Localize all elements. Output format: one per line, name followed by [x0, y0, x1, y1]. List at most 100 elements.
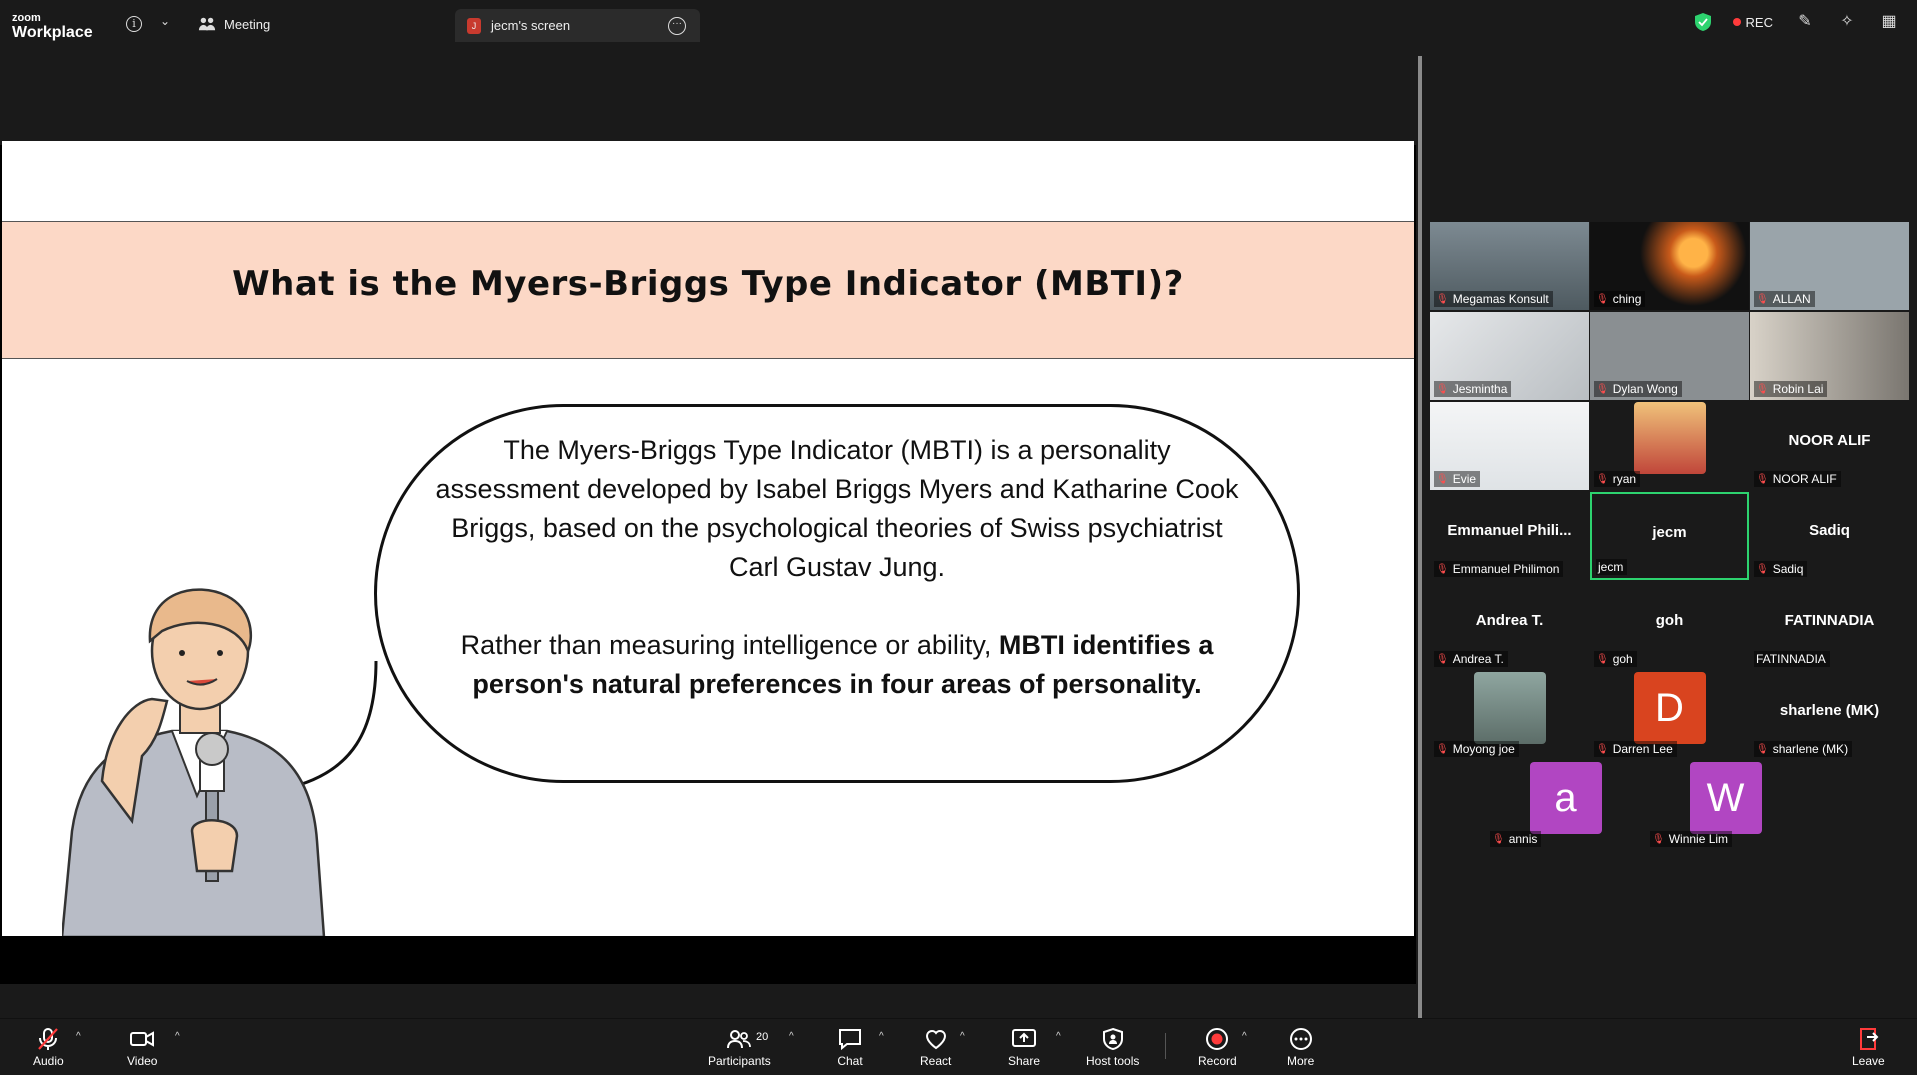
presenter-illustration [62, 588, 326, 936]
leave-button[interactable]: Leave [1852, 1027, 1885, 1068]
muted-mic-icon: 🎙 [1436, 293, 1449, 305]
participant-avatar [1633, 402, 1706, 474]
participant-tile[interactable]: Sadiq 🎙 Sadiq [1750, 492, 1909, 580]
muted-mic-icon: 🎙 [1756, 743, 1769, 755]
participants-options-caret-icon[interactable]: ^ [789, 1031, 794, 1042]
participant-tile[interactable]: 🎙 Moyong joe [1430, 672, 1589, 760]
participant-tile[interactable]: NOOR ALIF 🎙 NOOR ALIF [1750, 402, 1909, 490]
participant-tile[interactable]: 🎙 Megamas Konsult [1430, 222, 1589, 310]
participant-tile[interactable]: 🎙 ryan [1590, 402, 1749, 490]
participant-tile[interactable]: 🎙 Dylan Wong [1590, 312, 1749, 400]
video-options-caret-icon[interactable]: ^ [175, 1031, 180, 1042]
encryption-shield-icon[interactable] [1694, 13, 1711, 31]
view-layout-icon[interactable]: ▦ [1879, 12, 1899, 32]
react-options-caret-icon[interactable]: ^ [960, 1031, 965, 1042]
participant-tile[interactable]: 🎙 Robin Lai [1750, 312, 1909, 400]
slide-bottom-bar [0, 936, 1416, 979]
participant-name-label: 🎙 ALLAN [1754, 291, 1815, 307]
participant-name-label: 🎙 Andrea T. [1434, 651, 1508, 667]
share-button[interactable]: Share [1008, 1027, 1040, 1068]
participant-tile[interactable]: D 🎙 Darren Lee [1590, 672, 1749, 760]
participant-name-label: FATINNADIA [1754, 651, 1830, 667]
zoom-workplace-logo: zoom Workplace [12, 13, 93, 41]
participant-display-name: goh [1655, 612, 1684, 629]
muted-mic-icon: 🎙 [1652, 833, 1665, 845]
share-options-caret-icon[interactable]: ^ [1056, 1031, 1061, 1042]
participant-name-label: 🎙 ching [1594, 291, 1646, 307]
muted-mic-icon: 🎙 [1756, 473, 1769, 485]
host-tools-button[interactable]: Host tools [1086, 1027, 1139, 1068]
chat-options-caret-icon[interactable]: ^ [879, 1031, 884, 1042]
annotate-icon[interactable]: ✎ [1795, 12, 1815, 32]
participant-name: Jesmintha [1452, 382, 1508, 396]
participant-tile[interactable]: 🎙 Jesmintha [1430, 312, 1589, 400]
participant-tile[interactable]: Emmanuel Phili... 🎙 Emmanuel Philimon [1430, 492, 1589, 580]
ai-companion-icon[interactable]: ✧ [1837, 12, 1857, 32]
participant-name: Evie [1452, 472, 1477, 486]
host-shield-icon [1102, 1027, 1123, 1051]
record-label: Record [1198, 1054, 1237, 1068]
muted-mic-icon: 🎙 [1596, 743, 1609, 755]
participant-name: NOOR ALIF [1772, 472, 1837, 486]
participant-tile[interactable]: goh 🎙 goh [1590, 582, 1749, 670]
slide-paragraph-2-normal: Rather than measuring intelligence or ab… [460, 630, 999, 660]
record-button[interactable]: Record [1198, 1027, 1237, 1068]
record-options-caret-icon[interactable]: ^ [1242, 1031, 1247, 1042]
participant-tile[interactable]: Andrea T. 🎙 Andrea T. [1430, 582, 1589, 670]
participant-name: goh [1612, 652, 1633, 666]
participant-initial-avatar: W [1689, 762, 1762, 834]
info-icon[interactable]: i [126, 16, 142, 32]
participant-name-label: 🎙 Evie [1434, 471, 1481, 487]
participant-name: Dylan Wong [1612, 382, 1678, 396]
slide-paragraph-1: The Myers-Briggs Type Indicator (MBTI) i… [435, 435, 1239, 582]
toolbar-divider [1165, 1033, 1166, 1059]
more-button[interactable]: More [1287, 1027, 1314, 1068]
screen-share-tab[interactable]: J jecm's screen ··· [455, 9, 700, 42]
muted-mic-icon: 🎙 [1596, 653, 1609, 665]
meeting-toolbar: Audio ^ Video ^ Participants 20 ^ Chat ^… [0, 1018, 1917, 1075]
panel-resize-handle[interactable] [1418, 56, 1422, 1018]
share-label: Share [1008, 1054, 1041, 1068]
top-right-controls: REC ✎ ✧ ▦ [1694, 12, 1917, 32]
audio-options-caret-icon[interactable]: ^ [76, 1031, 81, 1042]
react-heart-icon [925, 1030, 946, 1050]
participant-name: jecm [1598, 560, 1624, 574]
record-icon [1206, 1028, 1229, 1050]
participant-display-name: Sadiq [1809, 522, 1850, 539]
muted-mic-icon: 🎙 [1756, 293, 1769, 305]
muted-mic-icon: 🎙 [1436, 563, 1449, 575]
chat-button[interactable]: Chat [837, 1027, 863, 1068]
slide-title: What is the Myers-Briggs Type Indicator … [232, 264, 1184, 304]
participant-tile[interactable]: jecm jecm [1590, 492, 1749, 580]
participant-name: ALLAN [1772, 292, 1811, 306]
meeting-tab[interactable]: Meeting [198, 12, 270, 36]
video-button[interactable]: Video [127, 1027, 157, 1068]
participant-name-label: 🎙 Darren Lee [1594, 741, 1677, 757]
participant-name: Emmanuel Philimon [1452, 562, 1560, 576]
participant-tile[interactable]: FATINNADIA FATINNADIA [1750, 582, 1909, 670]
chevron-down-icon[interactable]: ⌄ [160, 14, 170, 28]
participant-name-label: 🎙 annis [1490, 831, 1542, 847]
recording-indicator[interactable]: REC [1732, 15, 1773, 30]
participant-name-label: 🎙 Sadiq [1754, 561, 1808, 577]
participant-tile[interactable]: sharlene (MK) 🎙 sharlene (MK) [1750, 672, 1909, 760]
more-options-icon[interactable]: ··· [668, 17, 686, 35]
participant-name-label: 🎙 Megamas Konsult [1434, 291, 1553, 307]
participant-name: annis [1508, 832, 1538, 846]
participant-display-name: sharlene (MK) [1779, 702, 1880, 719]
muted-mic-icon [38, 1028, 59, 1050]
participant-name: Darren Lee [1612, 742, 1673, 756]
participant-name-label: 🎙 sharlene (MK) [1754, 741, 1853, 757]
participant-tile[interactable]: 🎙 ching [1590, 222, 1749, 310]
meeting-icon [198, 17, 216, 31]
participant-tile[interactable]: 🎙 Evie [1430, 402, 1589, 490]
react-button[interactable]: React [920, 1027, 951, 1068]
chat-icon [839, 1029, 861, 1051]
audio-button[interactable]: Audio [33, 1027, 64, 1068]
participant-tile[interactable]: a 🎙 annis [1486, 762, 1645, 850]
participant-tile[interactable]: 🎙 ALLAN [1750, 222, 1909, 310]
host-tools-label: Host tools [1086, 1054, 1140, 1068]
participant-name: ryan [1612, 472, 1637, 486]
slide-title-band: What is the Myers-Briggs Type Indicator … [2, 221, 1414, 359]
participant-tile[interactable]: W 🎙 Winnie Lim [1646, 762, 1805, 850]
